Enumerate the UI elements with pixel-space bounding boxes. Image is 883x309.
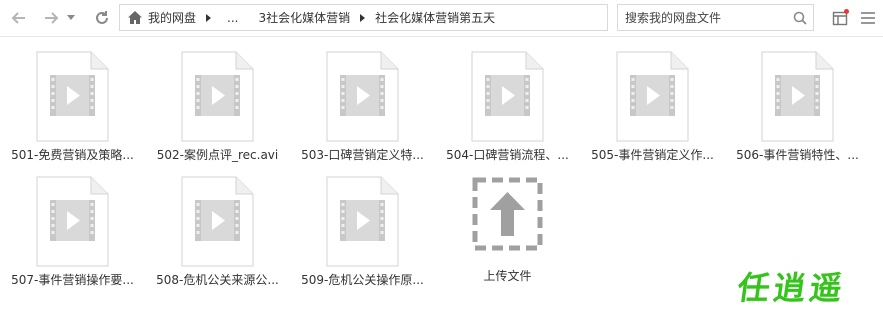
home-icon [128, 11, 142, 24]
file-label: 506-事件营销特性、... [736, 148, 859, 162]
video-file-icon [36, 176, 109, 267]
breadcrumb-ellipsis[interactable]: ... [227, 11, 238, 25]
menu-button[interactable] [857, 7, 879, 29]
video-file-icon [471, 51, 544, 142]
refresh-button[interactable] [91, 7, 113, 29]
address-bar[interactable]: 我的网盘 ... 3社会化媒体营销 社会化媒体营销第五天 [119, 4, 608, 31]
breadcrumb-separator-icon [206, 13, 212, 22]
video-file-icon [326, 51, 399, 142]
upload-icon [471, 176, 544, 267]
search-input[interactable] [618, 6, 787, 29]
video-file-icon [36, 51, 109, 142]
upload-label: 上传文件 [483, 269, 532, 283]
breadcrumb-folder[interactable]: 3社会化媒体营销 [258, 9, 350, 26]
file-label: 502-案例点评_rec.avi [156, 148, 279, 162]
file-label: 507-事件营销操作要... [11, 273, 134, 287]
chevron-down-icon [67, 15, 75, 20]
forward-button[interactable] [40, 7, 62, 29]
search-box [617, 4, 814, 31]
file-label: 508-危机公关来源公... [156, 273, 279, 287]
file-label: 509-危机公关操作原... [301, 273, 424, 287]
toolbar: 我的网盘 ... 3社会化媒体营销 社会化媒体营销第五天 [0, 0, 883, 37]
file-label: 503-口碑营销定义特... [301, 148, 424, 162]
video-file-icon [181, 176, 254, 267]
search-button[interactable] [787, 5, 813, 30]
video-file-icon [761, 51, 834, 142]
video-file-icon [326, 176, 399, 267]
watermark-logo: 任逍遥 [735, 268, 849, 307]
layout-toggle-button[interactable] [829, 7, 851, 29]
search-icon [793, 11, 807, 25]
file-label: 505-事件营销定义作... [591, 148, 714, 162]
home-button[interactable] [124, 5, 146, 30]
arrow-right-icon [45, 12, 59, 24]
arrow-left-icon [11, 12, 25, 24]
breadcrumb-separator-icon [360, 13, 366, 22]
history-dropdown-button[interactable] [64, 7, 78, 29]
refresh-icon [96, 11, 108, 24]
menu-icon [861, 12, 875, 24]
notification-dot-icon [844, 9, 849, 14]
file-label: 504-口碑营销流程、... [446, 148, 569, 162]
video-file-icon [616, 51, 689, 142]
video-file-icon [181, 51, 254, 142]
breadcrumb-current[interactable]: 社会化媒体营销第五天 [375, 9, 495, 26]
back-button[interactable] [8, 7, 30, 29]
file-label: 501-免费营销及策略... [11, 148, 134, 162]
breadcrumb-root[interactable]: 我的网盘 [148, 9, 196, 26]
